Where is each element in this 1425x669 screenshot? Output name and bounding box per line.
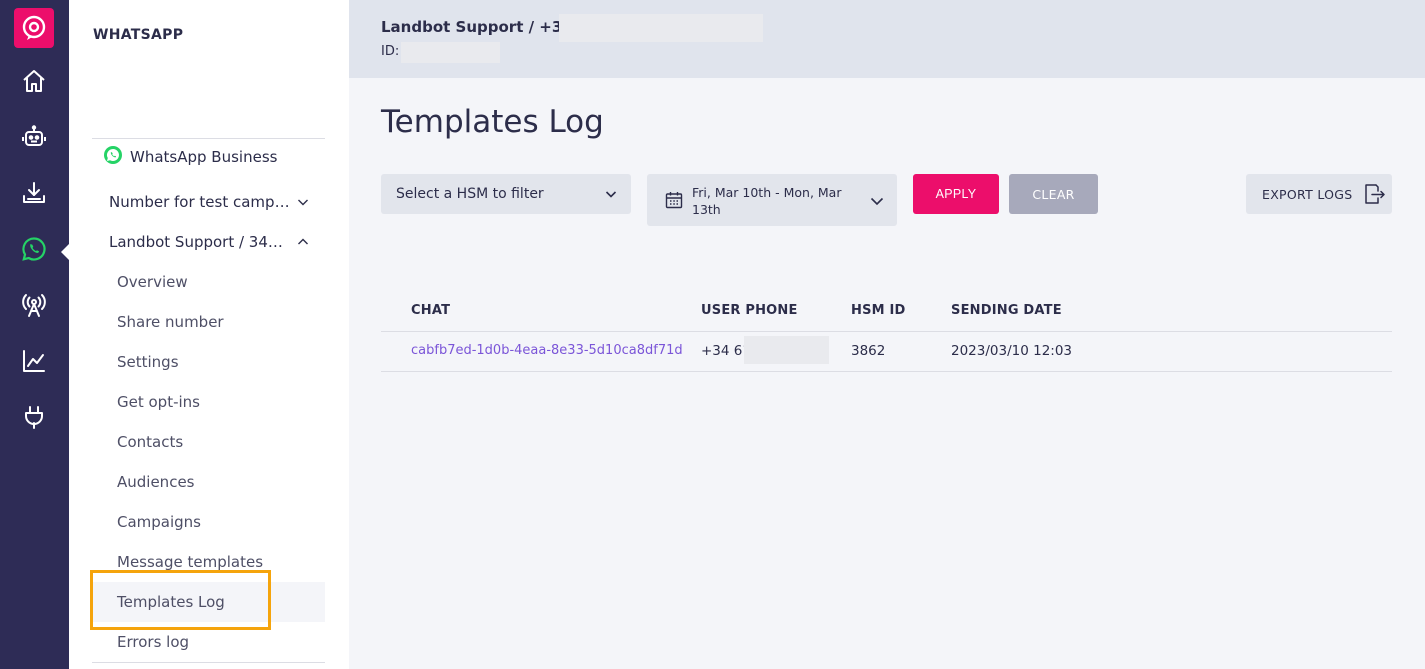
chat-link[interactable]: cabfb7ed-1d0b-4eaa-8e33-5d10ca8df71d — [411, 343, 683, 358]
chevron-down-icon — [605, 191, 617, 198]
redacted-id — [401, 42, 500, 63]
header: Landbot Support / +34 ID: — [349, 0, 1425, 78]
account-label: Number for test campaigns — [109, 193, 291, 211]
analytics-icon[interactable] — [17, 344, 51, 378]
chevron-down-icon — [870, 197, 884, 206]
hsm-filter-placeholder: Select a HSM to filter — [396, 186, 544, 202]
sending-date: 2023/03/10 12:03 — [951, 343, 1073, 359]
broadcast-icon[interactable] — [17, 288, 51, 322]
sidebar-account-landbot-support[interactable]: Landbot Support / 34612345678 — [109, 233, 309, 251]
icon-rail — [0, 0, 70, 669]
table-row: cabfb7ed-1d0b-4eaa-8e33-5d10ca8df71d +34… — [381, 332, 1392, 372]
hsm-filter-select[interactable]: Select a HSM to filter — [381, 174, 631, 214]
clear-button[interactable]: CLEAR — [1009, 174, 1098, 214]
table-header: CHAT USER PHONE HSM ID SENDING DATE — [381, 292, 1392, 332]
sidebar-item-settings[interactable]: Settings — [117, 353, 179, 371]
column-header-sending-date[interactable]: SENDING DATE — [951, 303, 1062, 318]
hsm-id: 3862 — [851, 343, 886, 359]
redacted-phone — [744, 336, 829, 364]
date-range-picker[interactable]: Fri, Mar 10th - Mon, Mar 13th — [647, 174, 897, 226]
sidebar-item-errors-log[interactable]: Errors log — [117, 633, 189, 651]
whatsapp-icon — [104, 146, 122, 164]
sidebar-item-overview[interactable]: Overview — [117, 273, 188, 291]
home-icon[interactable] — [17, 64, 51, 98]
sidebar-account-test-campaigns[interactable]: Number for test campaigns — [109, 193, 309, 211]
landbot-logo-icon[interactable] — [14, 8, 54, 48]
chevron-down-icon — [298, 199, 308, 206]
page-title: Templates Log — [381, 104, 604, 140]
sidebar-item-campaigns[interactable]: Campaigns — [117, 513, 201, 531]
templates-log-table: CHAT USER PHONE HSM ID SENDING DATE cabf… — [381, 292, 1392, 372]
sidebar-item-contacts[interactable]: Contacts — [117, 433, 183, 451]
export-icon — [1365, 184, 1385, 204]
date-range-value: Fri, Mar 10th - Mon, Mar 13th — [692, 185, 842, 217]
divider — [92, 138, 325, 139]
sidebar-item-message-templates[interactable]: Message templates — [117, 553, 263, 571]
apply-button[interactable]: APPLY — [913, 174, 999, 214]
account-id-label: ID: — [381, 44, 400, 59]
export-logs-label: EXPORT LOGS — [1262, 186, 1353, 202]
column-header-hsm-id[interactable]: HSM ID — [851, 303, 906, 318]
export-logs-button[interactable]: EXPORT LOGS — [1246, 174, 1392, 214]
column-header-user-phone[interactable]: USER PHONE — [701, 303, 798, 318]
sidebar-channel-whatsapp-business[interactable]: WhatsApp Business — [103, 146, 278, 166]
sidebar-item-share-number[interactable]: Share number — [117, 313, 224, 331]
account-label: Landbot Support / 34612345678 — [109, 233, 291, 251]
bot-icon[interactable] — [17, 120, 51, 154]
calendar-icon — [665, 192, 683, 209]
divider — [92, 662, 325, 663]
chevron-up-icon — [298, 238, 308, 245]
whatsapp-icon[interactable] — [17, 232, 51, 266]
account-name: Landbot Support / +34 — [381, 18, 573, 36]
plug-icon[interactable] — [17, 400, 51, 434]
redacted-phone — [559, 14, 763, 42]
sidebar-item-audiences[interactable]: Audiences — [117, 473, 194, 491]
column-header-chat[interactable]: CHAT — [411, 303, 450, 318]
channel-label: WhatsApp Business — [130, 148, 278, 166]
sidebar: WHATSAPP WhatsApp Business Number for te… — [69, 0, 349, 669]
download-icon[interactable] — [17, 176, 51, 210]
sidebar-item-get-opt-ins[interactable]: Get opt-ins — [117, 393, 200, 411]
highlight-box — [90, 570, 271, 630]
section-title: WHATSAPP — [93, 27, 184, 43]
